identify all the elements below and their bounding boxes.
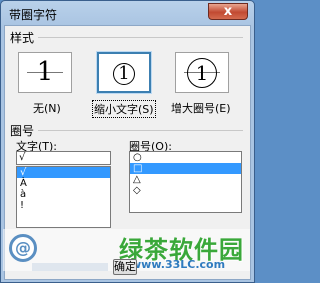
text-list-item[interactable]: À [17, 178, 110, 189]
enlarge-preview-glyph: 1 [195, 61, 209, 85]
text-input[interactable]: √ [16, 151, 111, 165]
shrink-preview-glyph: 1 [118, 63, 130, 84]
style-shrink-text: 缩小文字(S) [94, 103, 154, 116]
mark-section-label: 圈号 [10, 124, 35, 138]
window-title: 带圈字符 [9, 8, 58, 22]
watermark-strip [32, 263, 108, 271]
style-shrink-label[interactable]: 缩小文字(S) [92, 100, 156, 118]
enclosure-listbox[interactable]: ○ □ △ ◇ [129, 151, 242, 213]
enclosure-list-item[interactable]: ◇ [130, 185, 241, 196]
text-list-item[interactable]: √ [17, 167, 110, 178]
enclosure-list-item[interactable]: ○ [130, 152, 241, 163]
close-icon: x [223, 4, 233, 19]
style-separator [38, 37, 243, 38]
style-option-enlarge[interactable]: 1 [175, 52, 229, 93]
title-bar[interactable]: 带圈字符 x [1, 1, 254, 25]
watermark-logo-icon: @ [9, 234, 37, 262]
mark-separator [38, 130, 243, 131]
text-list-item[interactable]: à [17, 189, 110, 200]
none-preview-glyph: 1 [36, 57, 54, 87]
style-none-label[interactable]: 无(N) [33, 100, 61, 116]
text-listbox[interactable]: √ À à ! [16, 166, 111, 228]
ok-button[interactable]: 确定 [113, 259, 137, 275]
style-option-none[interactable]: 1 [18, 52, 72, 93]
style-enlarge-label[interactable]: 增大圈号(E) [171, 100, 231, 116]
style-option-shrink[interactable]: 1 [97, 52, 151, 93]
style-enlarge-text: 增大圈号(E) [171, 102, 231, 115]
text-list-item[interactable]: ! [17, 200, 110, 211]
style-section-label: 样式 [10, 31, 35, 45]
watermark-url: www.33LC.com [131, 258, 226, 271]
style-none-text: 无(N) [33, 102, 61, 115]
enclosure-list-item[interactable]: △ [130, 174, 241, 185]
enclosure-list-item[interactable]: □ [130, 163, 241, 174]
close-button[interactable]: x [208, 3, 248, 20]
